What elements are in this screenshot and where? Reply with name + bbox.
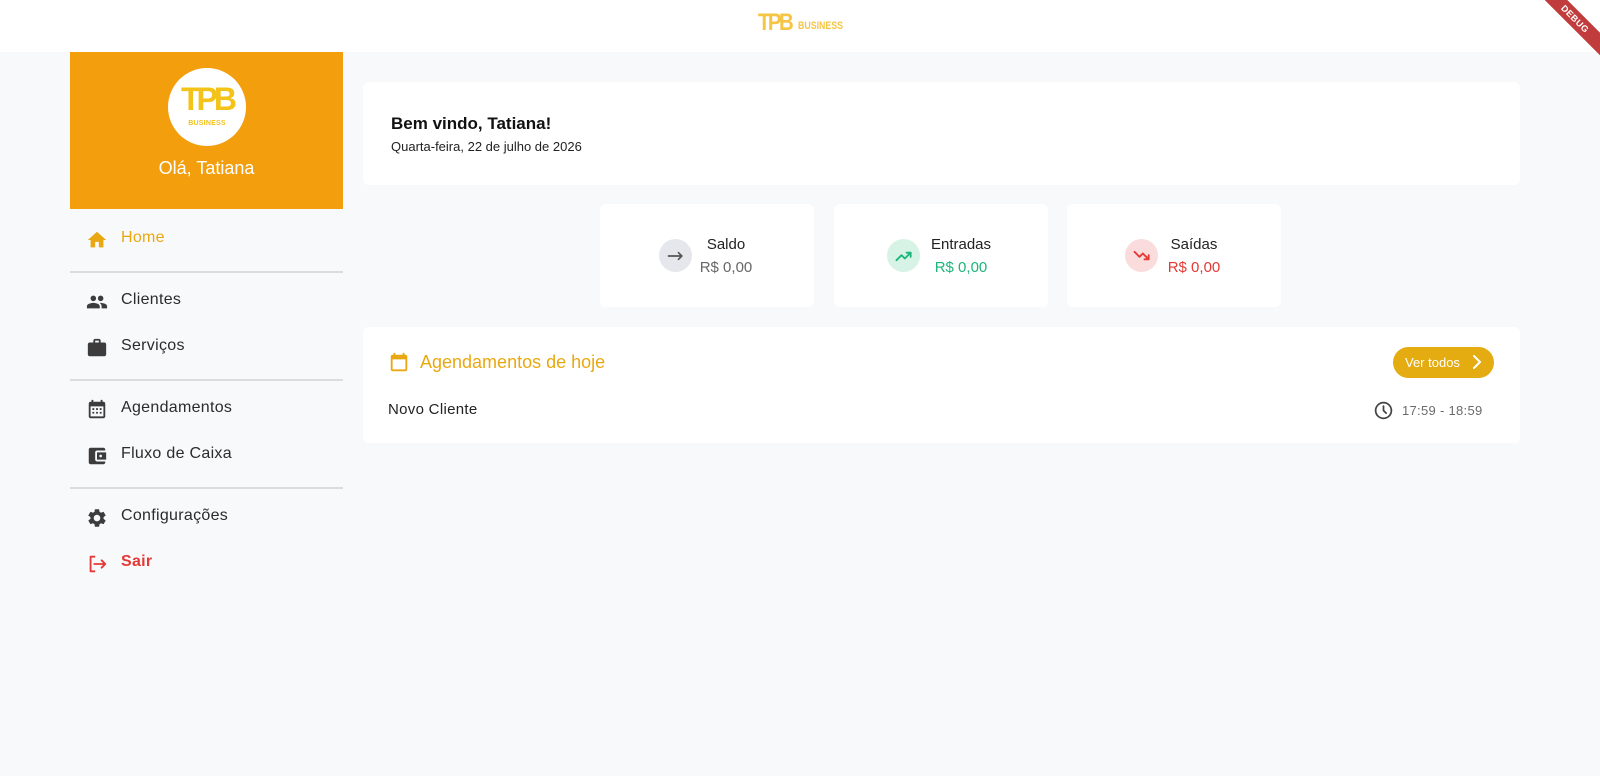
sidebar-item-home[interactable]: Home xyxy=(70,216,343,262)
avatar-monogram: TPB xyxy=(181,81,237,117)
logo-wordmark: BUSINESS xyxy=(798,20,843,32)
greeting: Olá, Tatiana xyxy=(158,158,255,178)
sidebar-item-label: Configurações xyxy=(121,507,229,524)
stat-card-saidas: Saídas R$ 0,00 xyxy=(1067,204,1281,307)
logout-icon xyxy=(89,555,107,573)
people-icon xyxy=(86,295,108,309)
calendar-icon xyxy=(390,352,408,372)
sidebar-item-servicos[interactable]: Serviços xyxy=(70,324,343,370)
sidebar: TPB BUSINESS Olá, Tatiana Home Clientes … xyxy=(70,52,343,573)
sidebar-item-agendamentos[interactable]: Agendamentos xyxy=(70,386,343,432)
sidebar-item-label: Fluxo de Caixa xyxy=(121,445,232,462)
stat-card-saldo: Saldo R$ 0,00 xyxy=(600,204,814,307)
top-app-bar: TPB BUSINESS xyxy=(0,0,1600,52)
sidebar-item-label: Sair xyxy=(121,553,153,570)
briefcase-icon xyxy=(87,338,107,357)
sidebar-item-label: Home xyxy=(121,229,165,246)
welcome-card: Bem vindo, Tatiana! Quarta-feira, 22 de … xyxy=(363,82,1520,185)
stat-name: Saídas xyxy=(1170,236,1218,253)
stat-value: R$ 0,00 xyxy=(1167,259,1221,276)
trending-up-icon xyxy=(887,239,920,272)
sidebar-item-label: Serviços xyxy=(121,337,185,354)
appointments-card: Agendamentos de hoje Ver todos Novo Clie… xyxy=(363,327,1520,443)
welcome-title: Bem vindo, Tatiana! xyxy=(391,114,552,133)
profile-header: TPB BUSINESS Olá, Tatiana xyxy=(70,52,343,209)
wallet-icon xyxy=(88,447,107,465)
calendar-icon xyxy=(88,399,106,419)
divider xyxy=(70,379,343,381)
stat-card-entradas: Entradas R$ 0,00 xyxy=(834,204,1048,307)
appointment-time: 17:59 - 18:59 xyxy=(1402,403,1483,418)
sidebar-item-clientes[interactable]: Clientes xyxy=(70,278,343,324)
arrow-right-icon xyxy=(659,239,692,272)
appointment-client: Novo Cliente xyxy=(388,401,478,418)
app-logo: TPB BUSINESS xyxy=(758,11,854,35)
current-date: Quarta-feira, 22 de julho de 2026 xyxy=(391,139,582,154)
divider xyxy=(70,487,343,489)
stat-name: Saldo xyxy=(706,236,746,253)
view-all-label: Ver todos xyxy=(1405,355,1460,370)
divider xyxy=(70,271,343,273)
sidebar-item-label: Agendamentos xyxy=(121,399,233,416)
sidebar-item-label: Clientes xyxy=(121,291,182,308)
avatar-wordmark: BUSINESS xyxy=(188,120,226,127)
sidebar-item-fluxo-de-caixa[interactable]: Fluxo de Caixa xyxy=(70,432,343,478)
stat-value: R$ 0,00 xyxy=(934,259,988,276)
trending-down-icon xyxy=(1125,239,1158,272)
stat-name: Entradas xyxy=(930,236,992,253)
logo-monogram: TPB xyxy=(758,9,794,36)
chevron-right-icon xyxy=(1473,355,1481,369)
home-icon xyxy=(87,231,107,248)
avatar: TPB BUSINESS xyxy=(168,68,246,146)
stat-value: R$ 0,00 xyxy=(699,259,753,276)
appointments-title: Agendamentos de hoje xyxy=(420,352,606,372)
clock-icon xyxy=(1374,401,1393,420)
view-all-button[interactable]: Ver todos xyxy=(1393,347,1494,378)
gear-icon xyxy=(88,509,106,527)
sidebar-item-sair[interactable]: Sair xyxy=(70,540,343,586)
sidebar-item-configuracoes[interactable]: Configurações xyxy=(70,494,343,540)
